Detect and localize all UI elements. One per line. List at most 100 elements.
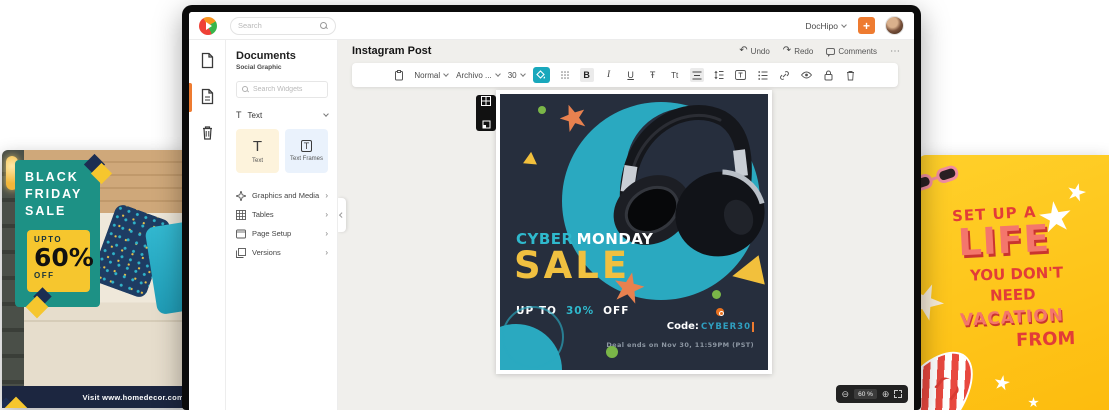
deadline-text[interactable]: Deal ends on Nov 30, 11:59PM (PST) [606,341,754,349]
star-accent [1065,181,1088,204]
black-friday-card: BLACK FRIDAY SALE UPTO 60% OFF [15,160,100,307]
underline-button[interactable]: U [624,68,638,82]
text-frame-button[interactable] [734,68,748,82]
yellow-triangle-shape [523,152,541,170]
more-menu-button[interactable]: ⋯ [890,46,900,57]
dochipo-logo-icon[interactable] [199,17,217,35]
text-card-label: Text [252,158,263,164]
align-center-icon [692,71,702,80]
user-avatar[interactable] [885,16,904,35]
comments-button[interactable]: Comments [826,47,877,56]
italic-glyph: I [607,70,610,80]
align-center-button[interactable] [690,68,704,82]
comments-label: Comments [838,47,877,56]
percent-text: 30% [566,305,594,317]
search-icon [242,86,249,93]
undo-button[interactable]: ↶ Undo [739,46,770,56]
text-color-button[interactable] [533,67,550,83]
chevron-right-icon: › [325,210,328,219]
fullscreen-icon[interactable] [894,390,902,398]
text-case-glyph: Tt [671,71,678,80]
panel-item-tables[interactable]: Tables › [236,205,328,224]
blank-document-icon[interactable] [200,52,215,69]
vacation-line-4: NEED [990,285,1036,305]
vacation-line-3: YOU DON'T [970,263,1064,284]
font-size-dropdown[interactable]: 30 [508,71,525,80]
panel-title: Documents [236,50,328,62]
texture-fill-button[interactable] [558,68,572,82]
page-duplicate-button[interactable] [482,116,491,134]
chevron-right-icon: › [325,191,328,200]
chevron-down-icon [520,71,526,77]
editor-canvas-area: Instagram Post ↶ Undo ↷ Redo [338,40,914,410]
workspace-dropdown[interactable]: DocHipo [805,21,846,31]
cyber-monday-design[interactable]: CYBERMONDAY SALE UP TO 30% OFF [500,94,768,370]
text-widget-card[interactable]: T Text [236,129,279,173]
text-section-header[interactable]: T Text [236,110,328,120]
page-grid-button[interactable] [481,93,491,111]
panel-collapse-handle[interactable] [338,198,346,232]
undo-label: Undo [751,47,770,56]
delete-button[interactable] [844,68,858,82]
text-frames-card-label: Text Frames [290,156,323,162]
design-page[interactable]: CYBERMONDAY SALE UP TO 30% OFF [496,90,772,374]
panel-item-graphics-and-media[interactable]: Graphics and Media › [236,186,328,205]
italic-button[interactable]: I [602,68,616,82]
strikethrough-button[interactable]: Ŧ [646,68,660,82]
tables-icon [236,210,246,220]
text-frames-widget-card[interactable]: T Text Frames [285,129,328,173]
visibility-button[interactable] [800,68,814,82]
dochipo-app-window: DocHipo + [182,5,921,410]
line-spacing-icon [714,70,724,80]
global-search-input[interactable] [238,21,320,30]
line-spacing-button[interactable] [712,68,726,82]
redo-button[interactable]: ↷ Redo [783,46,814,56]
global-search[interactable] [230,17,336,35]
widget-search-input[interactable] [253,86,322,93]
boxed-text-icon [735,70,746,80]
paragraph-style-dropdown[interactable]: Normal [414,71,448,80]
page-setup-icon [236,229,246,239]
flipflop-photo [918,336,990,410]
green-dot-shape [538,106,546,114]
screenshot-stage: BLACK FRIDAY SALE UPTO 60% OFF Visit www… [0,0,1109,410]
chevron-down-icon [443,71,449,77]
sale-text[interactable]: SALE [514,244,630,287]
zoom-out-button[interactable]: ⊖ [842,390,850,399]
window-content: DocHipo + [189,12,914,410]
document-text-icon[interactable] [200,88,215,105]
vacation-line-6: FROM [1016,328,1076,351]
widget-search[interactable] [236,81,328,98]
vacation-poster: SET UP A LIFE YOU DON'T NEED VACATION FR… [918,155,1109,410]
text-case-button[interactable]: Tt [668,68,682,82]
list-button[interactable] [756,68,770,82]
off-text: OFF [603,305,629,317]
zoom-in-button[interactable]: ⊕ [882,390,890,399]
promo-code-text[interactable]: Code: CYBER30 [667,321,754,332]
bf-discount-card: UPTO 60% OFF [27,230,90,292]
search-icon [320,22,328,30]
trash-icon[interactable] [200,124,215,141]
strikethrough-glyph: Ŧ [650,70,656,80]
versions-icon [236,248,246,258]
green-dot-shape [712,290,721,299]
clipboard-button[interactable] [392,68,406,82]
bf-line-2: FRIDAY [25,186,100,203]
eye-icon [801,71,812,79]
lock-button[interactable] [822,68,836,82]
panel-item-label: Tables [252,210,274,219]
code-value: CYBER30 [701,322,751,332]
bf-line-1: BLACK [25,169,100,186]
create-new-button[interactable]: + [858,17,875,34]
code-label: Code: [667,321,699,332]
text-section-label: Text [248,111,263,120]
panel-item-versions[interactable]: Versions › [236,243,328,262]
formatting-toolbar: Normal Archivo ... 30 [352,63,898,87]
font-family-dropdown[interactable]: Archivo ... [456,71,500,80]
document-title: Instagram Post [352,45,431,57]
zoom-level-value[interactable]: 60 % [854,389,877,399]
bold-button[interactable]: B [580,68,594,82]
panel-item-page-setup[interactable]: Page Setup › [236,224,328,243]
link-button[interactable] [778,68,792,82]
list-icon [758,71,768,80]
